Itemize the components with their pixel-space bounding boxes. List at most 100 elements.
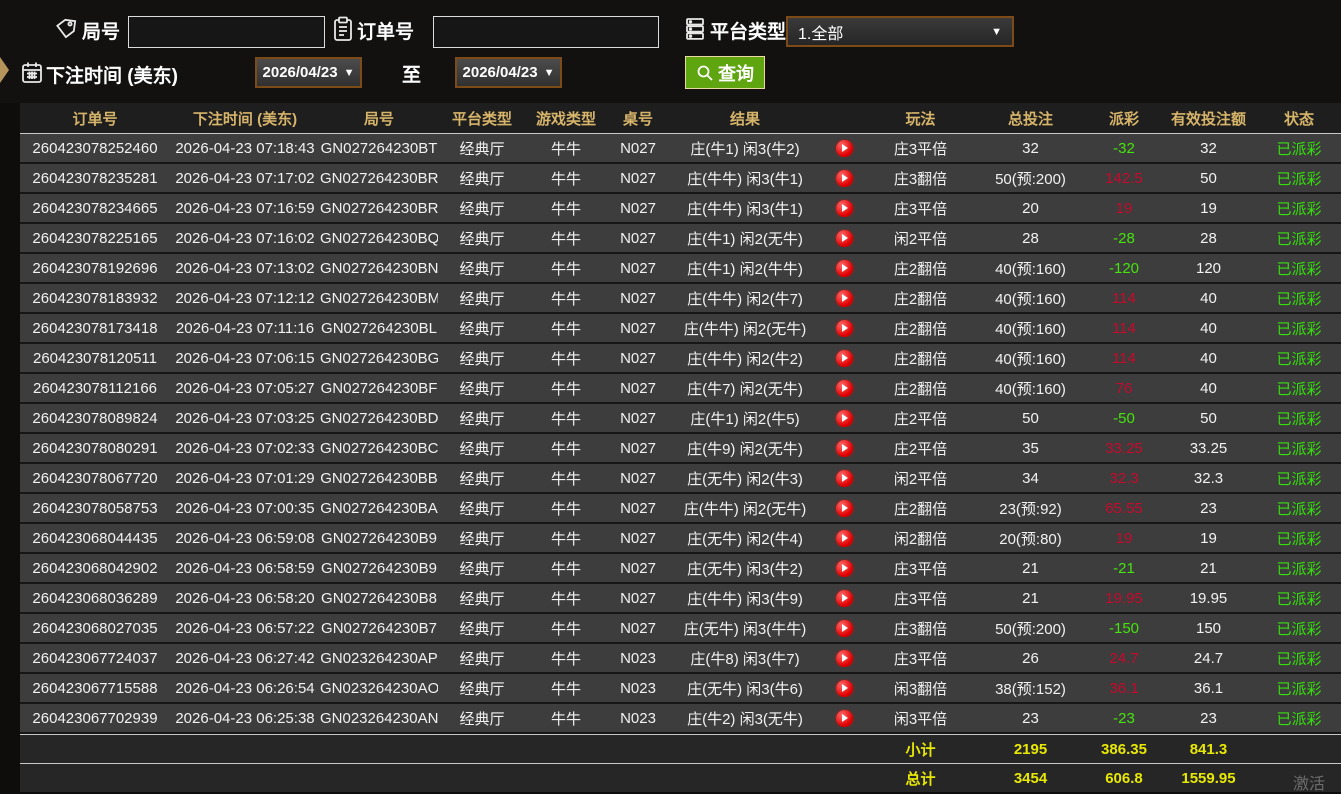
play-triangle <box>842 204 848 212</box>
cell-round-no: GN027264230BB <box>320 470 438 487</box>
cell-platform: 经典厅 <box>438 348 526 369</box>
play-video-icon[interactable] <box>836 260 853 277</box>
cell-order-no: 260423078173418 <box>20 320 170 337</box>
cell-platform: 经典厅 <box>438 228 526 249</box>
cell-table-no: N027 <box>606 230 670 247</box>
play-triangle <box>842 384 848 392</box>
date-from-picker[interactable]: 2026/04/23 ▼ <box>255 57 362 88</box>
cell-platform: 经典厅 <box>438 678 526 699</box>
play-triangle <box>842 294 848 302</box>
cell-bet-time: 2026-04-23 07:00:35 <box>170 500 320 517</box>
cell-total-bet: 20 <box>973 200 1088 217</box>
cell-valid-bet: 120 <box>1160 260 1257 277</box>
cell-table-no: N027 <box>606 620 670 637</box>
cell-play-type: 庄2翻倍 <box>868 288 973 309</box>
cell-play-type: 庄2翻倍 <box>868 498 973 519</box>
cell-round-no: GN027264230BL <box>320 320 438 337</box>
cell-status: 已派彩 <box>1257 498 1341 519</box>
cell-round-no: GN027264230BT <box>320 140 438 157</box>
cell-platform: 经典厅 <box>438 708 526 729</box>
play-video-icon[interactable] <box>836 200 853 217</box>
play-video-icon[interactable] <box>836 680 853 697</box>
cell-result: 庄(牛牛) 闲2(无牛) <box>670 498 820 519</box>
cell-total-bet: 40(预:160) <box>973 378 1088 399</box>
cell-play-type: 闲2平倍 <box>868 228 973 249</box>
column-header-round-no: 局号 <box>320 108 438 129</box>
cell-play-type: 庄3平倍 <box>868 558 973 579</box>
play-video-icon[interactable] <box>836 530 853 547</box>
play-video-icon[interactable] <box>836 380 853 397</box>
cell-result: 庄(无牛) 闲3(牛2) <box>670 558 820 579</box>
cell-round-no: GN027264230BF <box>320 380 438 397</box>
cell-round-no: GN027264230B9 <box>320 530 438 547</box>
cell-platform: 经典厅 <box>438 528 526 549</box>
cell-table-no: N027 <box>606 530 670 547</box>
search-button[interactable]: 查询 <box>685 56 765 89</box>
cell-game: 牛牛 <box>526 468 606 489</box>
cell-bet-time: 2026-04-23 07:05:27 <box>170 380 320 397</box>
order-no-input[interactable] <box>433 16 659 48</box>
cell-play-type: 庄3翻倍 <box>868 168 973 189</box>
play-video-icon[interactable] <box>836 500 853 517</box>
cell-status: 已派彩 <box>1257 198 1341 219</box>
table-row: 2604230780587532026-04-23 07:00:35GN0272… <box>20 494 1341 524</box>
column-header-bet-time: 下注时间 (美东) <box>170 108 320 129</box>
cell-status: 已派彩 <box>1257 648 1341 669</box>
cell-play-type: 庄3翻倍 <box>868 618 973 639</box>
play-video-icon[interactable] <box>836 140 853 157</box>
table-row: 2604230781734182026-04-23 07:11:16GN0272… <box>20 314 1341 344</box>
cell-platform: 经典厅 <box>438 588 526 609</box>
chevron-down-icon: ▼ <box>991 26 1002 38</box>
play-video-icon[interactable] <box>836 440 853 457</box>
cell-bet-time: 2026-04-23 07:02:33 <box>170 440 320 457</box>
play-video-icon[interactable] <box>836 350 853 367</box>
play-video-icon[interactable] <box>836 320 853 337</box>
cell-play-type: 庄2翻倍 <box>868 318 973 339</box>
cell-valid-bet: 50 <box>1160 410 1257 427</box>
cell-total-bet: 40(预:160) <box>973 348 1088 369</box>
play-video-icon[interactable] <box>836 560 853 577</box>
play-cell <box>820 649 868 667</box>
cell-round-no: GN027264230BC <box>320 440 438 457</box>
cell-total-bet: 35 <box>973 440 1088 457</box>
cell-game: 牛牛 <box>526 318 606 339</box>
cell-bet-time: 2026-04-23 07:16:59 <box>170 200 320 217</box>
cell-total-bet: 21 <box>973 590 1088 607</box>
cell-status: 已派彩 <box>1257 528 1341 549</box>
cell-round-no: GN027264230BR <box>320 200 438 217</box>
platform-type-select[interactable]: 1.全部 ▼ <box>786 16 1014 47</box>
table-row: 2604230680429022026-04-23 06:58:59GN0272… <box>20 554 1341 584</box>
play-video-icon[interactable] <box>836 470 853 487</box>
total-payout: 606.8 <box>1088 770 1160 787</box>
play-triangle <box>842 504 848 512</box>
play-cell <box>820 529 868 547</box>
play-video-icon[interactable] <box>836 170 853 187</box>
table-footer: 小计2195386.35841.3总计3454606.81559.95 <box>20 734 1341 792</box>
cell-game: 牛牛 <box>526 228 606 249</box>
total-valid-bet: 1559.95 <box>1160 770 1257 787</box>
cell-valid-bet: 32.3 <box>1160 470 1257 487</box>
cell-round-no: GN027264230BG <box>320 350 438 367</box>
cell-table-no: N027 <box>606 200 670 217</box>
table-header: 订单号下注时间 (美东)局号平台类型游戏类型桌号结果玩法总投注派彩有效投注额状态 <box>20 103 1341 134</box>
play-video-icon[interactable] <box>836 410 853 427</box>
cell-total-bet: 38(预:152) <box>973 678 1088 699</box>
round-no-input[interactable] <box>128 16 325 48</box>
cell-payout: 76 <box>1088 380 1160 397</box>
play-video-icon[interactable] <box>836 650 853 667</box>
cell-bet-time: 2026-04-23 07:12:12 <box>170 290 320 307</box>
cell-play-type: 庄3平倍 <box>868 588 973 609</box>
cell-table-no: N027 <box>606 500 670 517</box>
cell-valid-bet: 40 <box>1160 320 1257 337</box>
table-body: 2604230782524602026-04-23 07:18:43GN0272… <box>20 134 1341 734</box>
column-header-game: 游戏类型 <box>526 108 606 129</box>
to-label: 至 <box>402 60 421 87</box>
play-video-icon[interactable] <box>836 230 853 247</box>
cell-table-no: N023 <box>606 710 670 727</box>
play-video-icon[interactable] <box>836 290 853 307</box>
play-video-icon[interactable] <box>836 590 853 607</box>
date-to-picker[interactable]: 2026/04/23 ▼ <box>455 57 562 88</box>
cell-round-no: GN027264230BD <box>320 410 438 427</box>
play-video-icon[interactable] <box>836 620 853 637</box>
play-video-icon[interactable] <box>836 710 853 727</box>
